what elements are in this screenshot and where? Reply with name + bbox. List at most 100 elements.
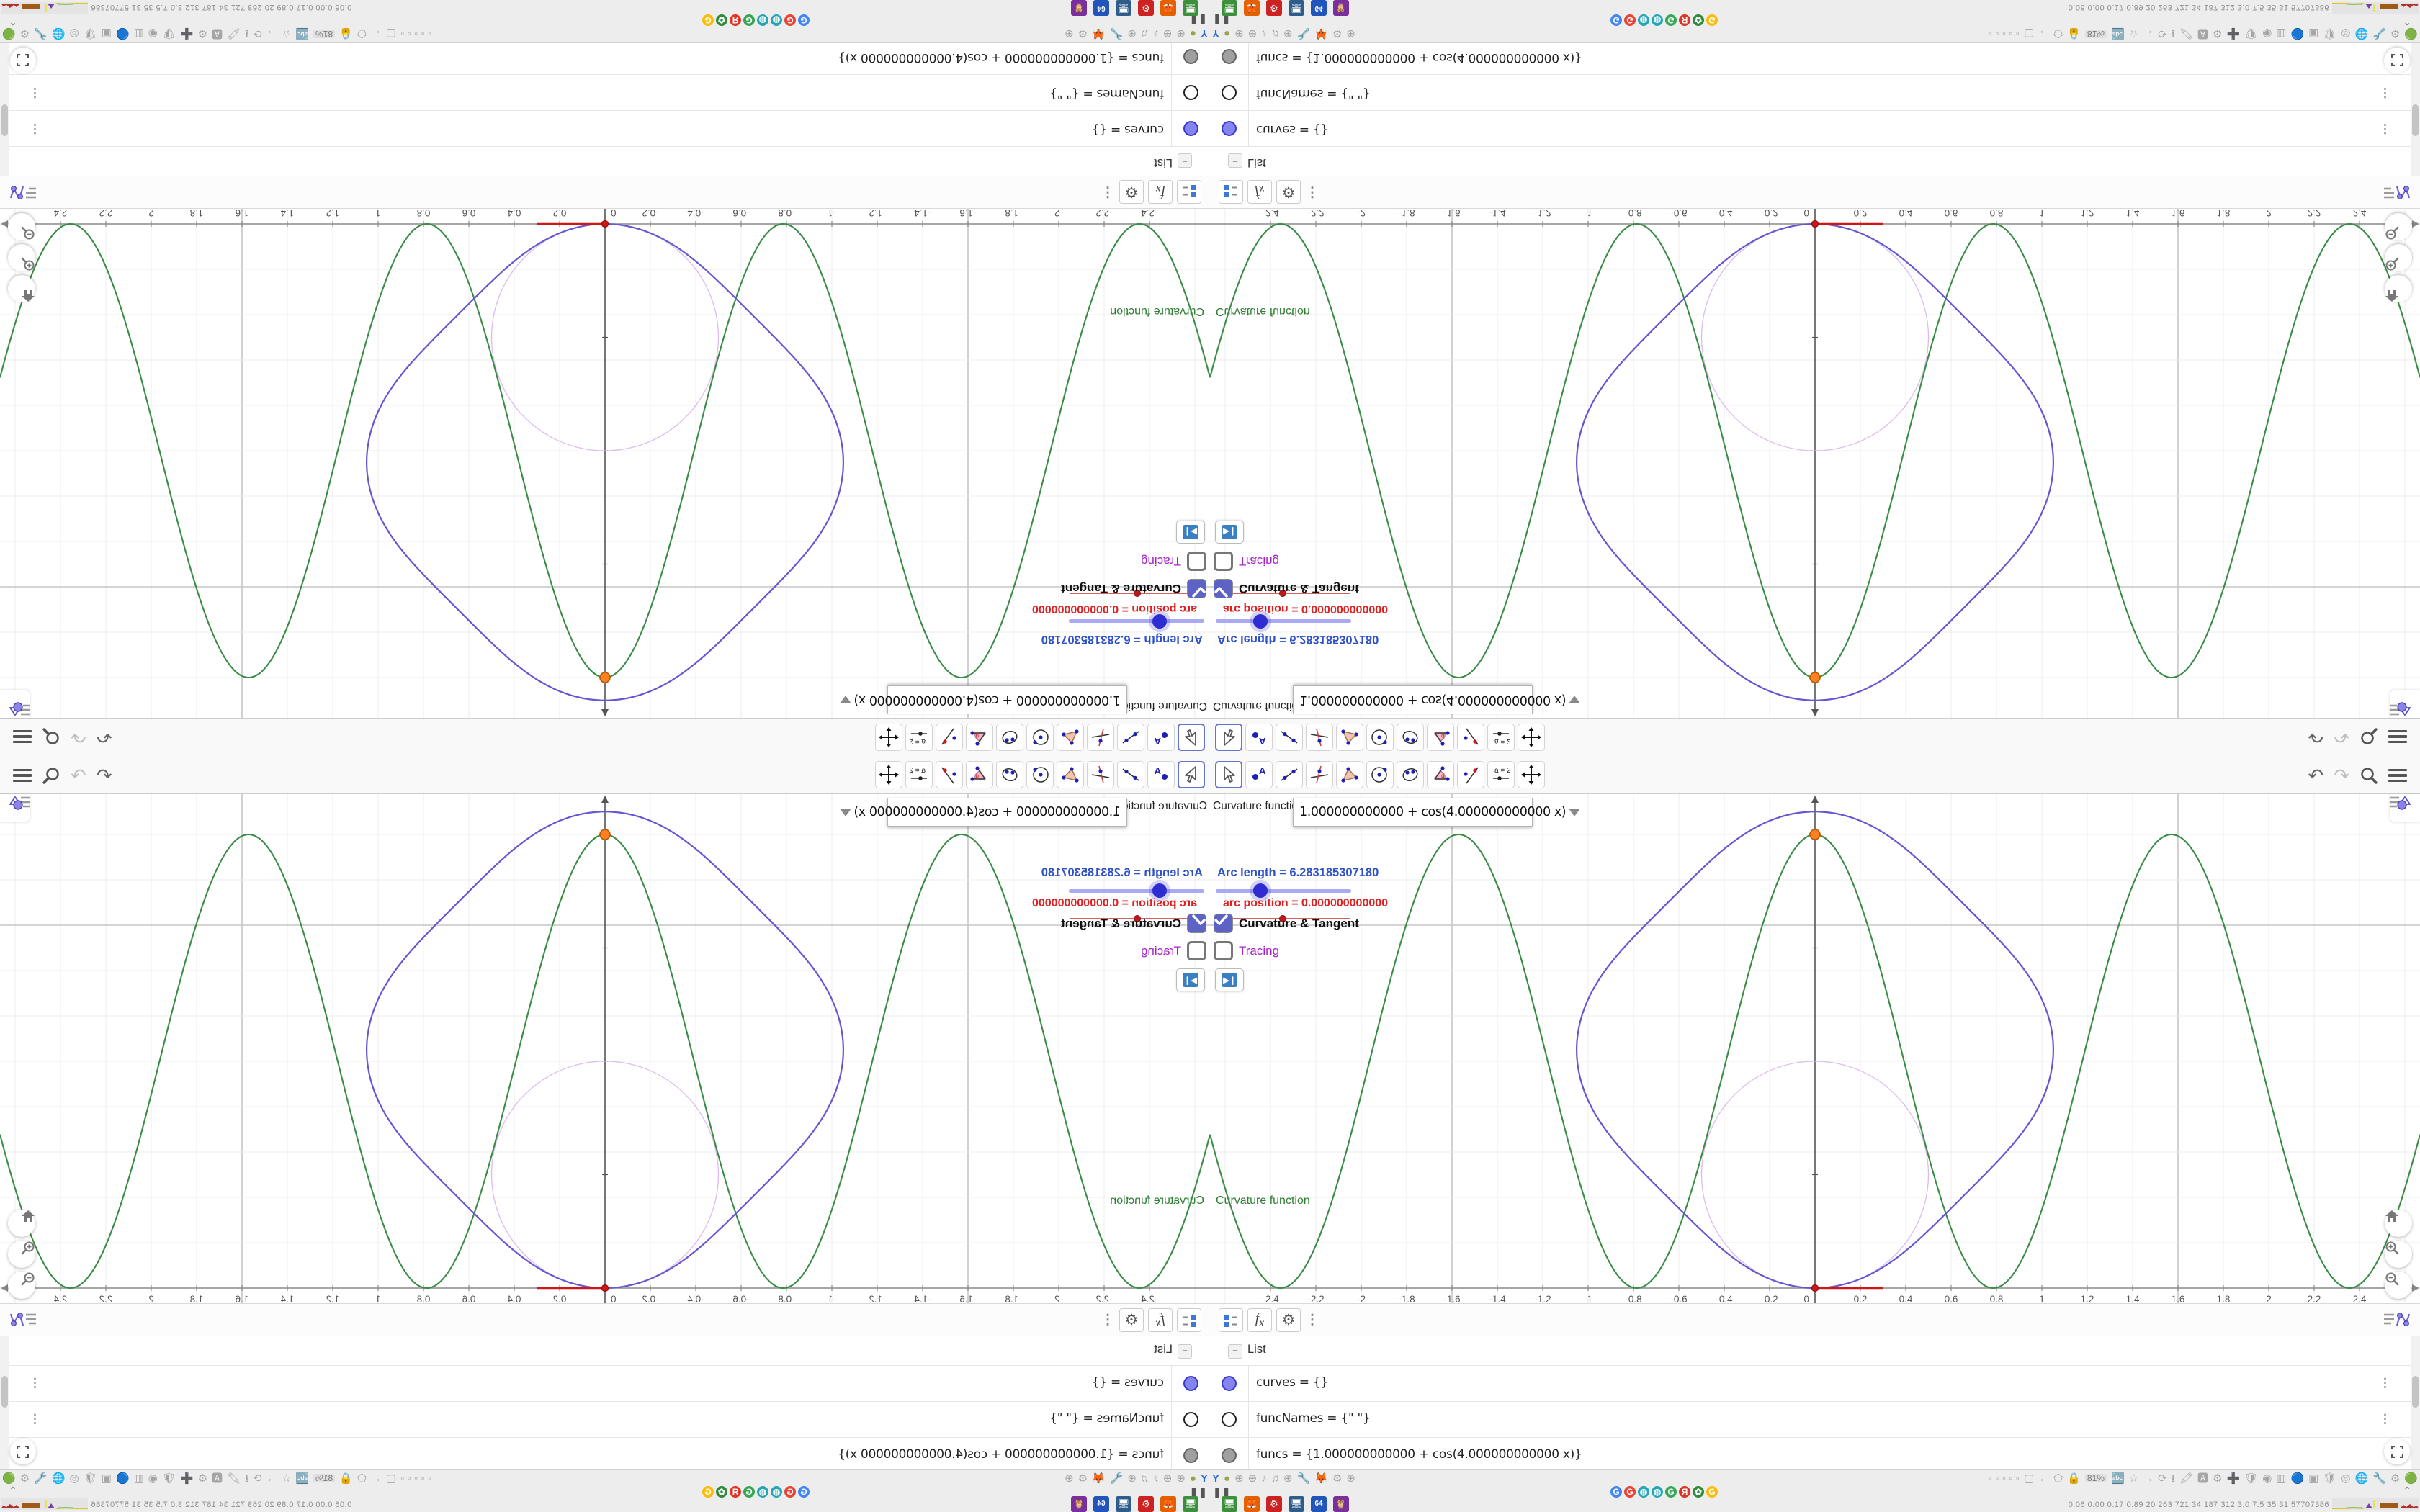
- favicon[interactable]: G: [1624, 1486, 1636, 1498]
- curve-text-label[interactable]: Curvature function: [1216, 1194, 1310, 1207]
- tray-expand-chevron-icon[interactable]: ⌃: [2403, 1485, 2411, 1497]
- taskbar-app-icon[interactable]: ⚙: [1266, 0, 1282, 16]
- scrollbar-thumb[interactable]: [2412, 104, 2419, 136]
- extension-icon[interactable]: 🛡: [2323, 28, 2336, 40]
- tray-icon[interactable]: 🦊: [1092, 1472, 1106, 1485]
- algebra-row-funcs[interactable]: funcs = {1.000000000000 + cos(4.00000000…: [1210, 43, 2420, 74]
- arc-length-text[interactable]: Arc length = 6.283185307180: [1041, 632, 1203, 646]
- algebra-tree-button[interactable]: [1219, 1308, 1243, 1332]
- taskbar-app-icon[interactable]: 🦊: [1244, 0, 1260, 16]
- curve-text-label[interactable]: Curvature function: [1110, 305, 1204, 318]
- favicon[interactable]: ✿: [716, 1486, 727, 1498]
- zoom-out-button[interactable]: [8, 213, 35, 240]
- tray-icon[interactable]: Y: [1201, 28, 1208, 40]
- taskbar-app-icon[interactable]: 64: [1311, 1496, 1327, 1512]
- favicon[interactable]: Я: [1679, 14, 1690, 26]
- step-button[interactable]: ▶❙: [1176, 521, 1205, 544]
- extension-icon[interactable]: ⭳: [245, 1472, 248, 1485]
- row-kebab-menu[interactable]: ⋮: [2379, 122, 2391, 136]
- tray-expand-chevron-icon[interactable]: ⌃: [2403, 15, 2411, 27]
- arc-length-slider-knob[interactable]: [1152, 883, 1167, 898]
- tray-icon[interactable]: ♪: [1153, 1472, 1159, 1485]
- taskbar-app-icon[interactable]: 🦉: [1071, 0, 1087, 16]
- tray-icon[interactable]: ◦ ◦ ◦ ◦ ◦: [400, 28, 431, 40]
- curvature-function-input[interactable]: 1.000000000000 + cos(4.000000000000 x): [839, 798, 1127, 827]
- algebra-sort-button[interactable]: [9, 1310, 37, 1333]
- favicon[interactable]: G: [1610, 14, 1622, 26]
- extension-icon[interactable]: ◎: [70, 1472, 79, 1485]
- curvature-function-input[interactable]: 1.000000000000 + cos(4.000000000000 x): [1293, 685, 1581, 714]
- algebra-sort-button[interactable]: [2383, 179, 2411, 202]
- tray-icon[interactable]: ⊕: [1346, 1473, 1355, 1484]
- tray-icon[interactable]: 🔧: [1297, 1473, 1311, 1484]
- circle-tool-button[interactable]: [1026, 724, 1054, 751]
- extension-icon[interactable]: 🔤: [295, 28, 309, 40]
- tray-expand-chevron-icon[interactable]: ⌃: [9, 15, 17, 27]
- line-tool-button[interactable]: [1276, 761, 1303, 788]
- fullscreen-button[interactable]: [2384, 1439, 2410, 1464]
- favicon[interactable]: G: [743, 1486, 755, 1498]
- extension-icon[interactable]: 🟢: [2, 28, 16, 40]
- favicon[interactable]: G: [1610, 1486, 1622, 1498]
- tray-icon[interactable]: ♫: [1141, 28, 1149, 40]
- undo-icon[interactable]: ↶: [97, 765, 112, 786]
- move-tool-button[interactable]: [1178, 724, 1205, 751]
- extension-icon[interactable]: 🔵: [2290, 28, 2304, 40]
- zoom-out-button[interactable]: [2385, 1272, 2412, 1299]
- favicon[interactable]: ◍: [757, 1486, 768, 1498]
- tray-icon[interactable]: ⊕: [1176, 28, 1186, 40]
- extension-icon[interactable]: 🖍: [227, 28, 241, 40]
- extension-icon[interactable]: ⟳: [253, 28, 262, 40]
- fullscreen-button[interactable]: [2384, 48, 2410, 73]
- extension-icon[interactable]: ➕: [180, 1472, 194, 1485]
- graphics-view-style-button[interactable]: [2390, 794, 2420, 822]
- redo-icon[interactable]: ↷: [2334, 766, 2349, 785]
- tracing-checkbox[interactable]: [1214, 941, 1233, 960]
- extension-icon[interactable]: →: [2143, 1473, 2154, 1484]
- tray-icon[interactable]: ●: [1190, 1472, 1196, 1485]
- arc-position-text[interactable]: arc position = 0.000000000000: [1223, 897, 1388, 910]
- tray-icon[interactable]: Y: [1201, 1472, 1208, 1485]
- tray-icon[interactable]: ←: [371, 1472, 382, 1485]
- row-kebab-menu[interactable]: ⋮: [2379, 1412, 2391, 1426]
- curvature-tangent-checkbox[interactable]: [1187, 579, 1206, 598]
- taskbar-app-icon[interactable]: 🦊: [1160, 1496, 1176, 1512]
- arc-position-text[interactable]: arc position = 0.000000000000: [1032, 897, 1197, 910]
- redo-icon[interactable]: ↷: [71, 765, 86, 786]
- scrollbar-thumb[interactable]: [1, 1376, 8, 1408]
- extension-icon[interactable]: 🖍: [2179, 1473, 2193, 1484]
- extension-icon[interactable]: 🔵: [2290, 1473, 2304, 1484]
- extension-icon[interactable]: 🛡: [162, 1472, 176, 1485]
- zoom-in-button[interactable]: [2385, 1241, 2412, 1268]
- extension-icon[interactable]: →: [2143, 28, 2154, 40]
- tray-icon[interactable]: ♪: [1261, 28, 1267, 40]
- graphics-view[interactable]: -2.4 -2.2 -2 -1.8 -1.6 -1.4 -1.2 -1 -0.8 -0.6 -0.4…: [1210, 794, 2420, 1303]
- tray-icon[interactable]: ⊕: [1065, 28, 1074, 40]
- visibility-toggle[interactable]: [1222, 85, 1237, 100]
- tray-icon[interactable]: ⊕: [1234, 1473, 1244, 1484]
- browser-zoom-badge[interactable]: 81%: [2084, 1474, 2107, 1482]
- extension-icon[interactable]: ⚙: [2213, 1473, 2222, 1484]
- conic-tool-button[interactable]: [996, 761, 1023, 788]
- dropdown-caret-icon[interactable]: [839, 696, 851, 704]
- tray-icon[interactable]: ←: [371, 28, 382, 40]
- search-icon[interactable]: [2360, 766, 2378, 785]
- extension-icon[interactable]: ⚙: [198, 1472, 207, 1485]
- tray-icon[interactable]: ♫: [1271, 1473, 1279, 1484]
- arc-length-text[interactable]: Arc length = 6.283185307180: [1217, 632, 1379, 646]
- visibility-toggle[interactable]: [1222, 49, 1237, 64]
- undo-icon[interactable]: ↶: [2308, 766, 2323, 785]
- extension-icon[interactable]: 🔤: [2111, 1473, 2125, 1484]
- home-view-button[interactable]: [8, 1210, 35, 1237]
- taskbar-app-icon[interactable]: 🖥: [1116, 0, 1131, 16]
- tray-icon[interactable]: ▢: [2024, 1473, 2034, 1484]
- extension-icon[interactable]: ☆: [2129, 1473, 2138, 1484]
- perpendicular-line-tool-button[interactable]: [1306, 761, 1333, 788]
- move-tool-button[interactable]: [1178, 761, 1205, 788]
- favicon[interactable]: G: [1706, 14, 1718, 26]
- tray-icon[interactable]: 🔒: [2067, 1473, 2081, 1484]
- tray-icon[interactable]: ⚙: [1332, 28, 1342, 40]
- algebra-row-funcs[interactable]: funcs = {1.000000000000 + cos(4.00000000…: [0, 43, 1210, 74]
- extension-icon[interactable]: 🌐: [52, 28, 66, 40]
- fx-button[interactable]: fx: [1148, 1308, 1173, 1332]
